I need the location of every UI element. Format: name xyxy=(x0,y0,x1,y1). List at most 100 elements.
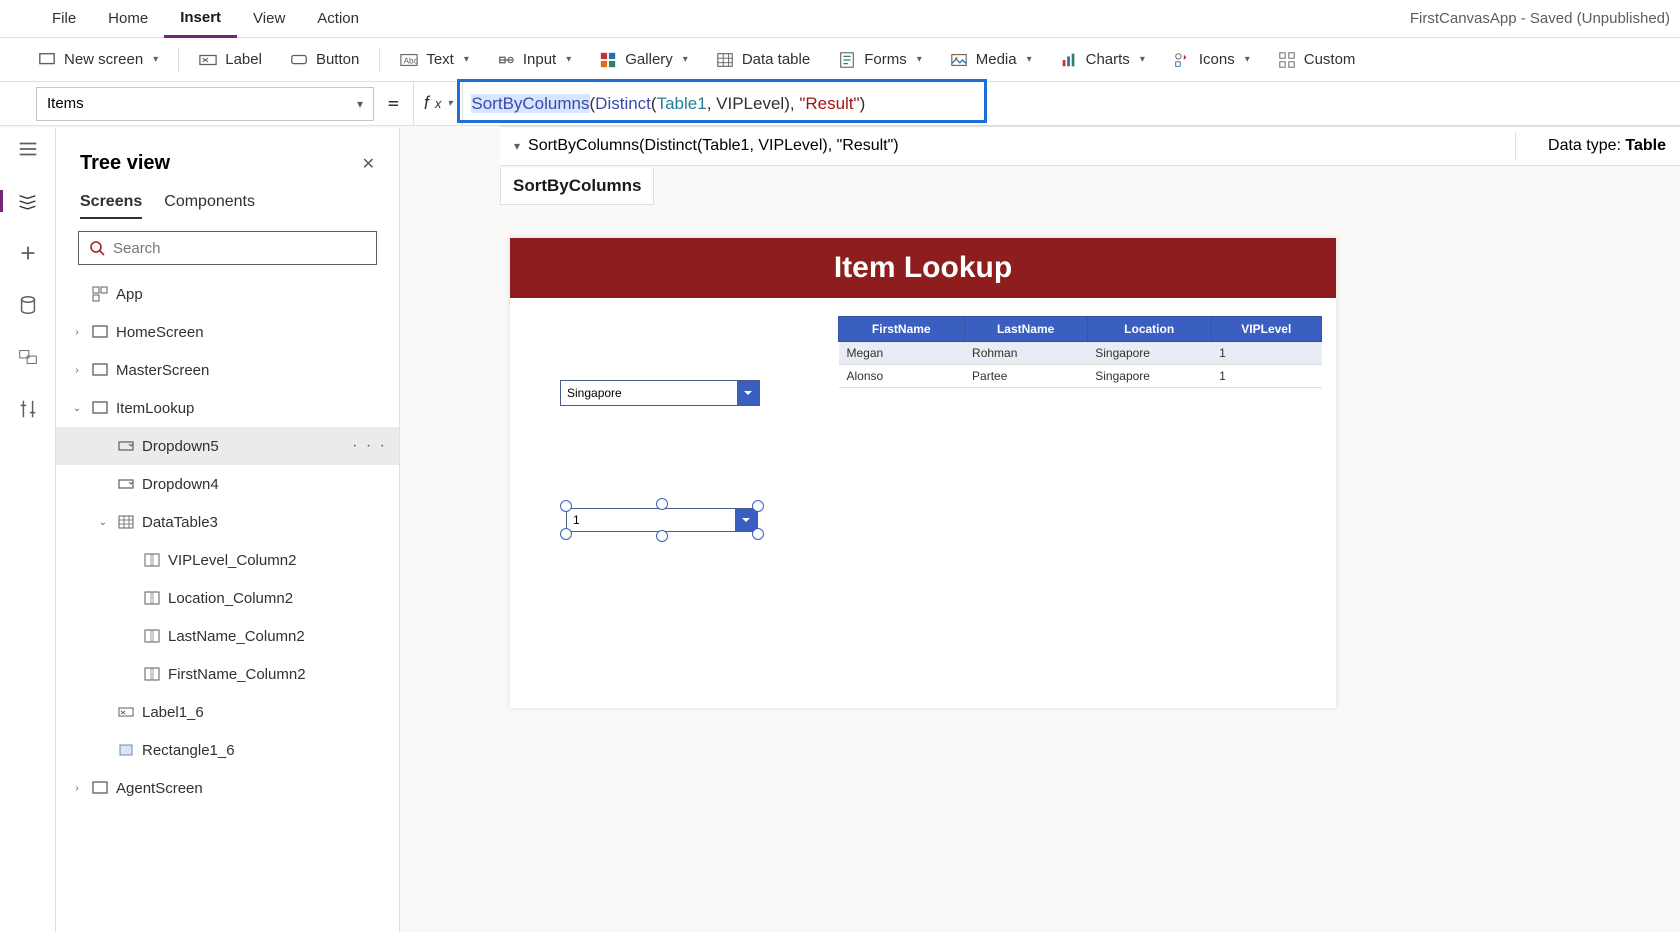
expand-icon[interactable]: › xyxy=(70,327,84,338)
tree-node-label: HomeScreen xyxy=(116,324,204,341)
hamburger-icon[interactable] xyxy=(17,138,39,160)
tree-node[interactable]: Dropdown4 xyxy=(56,465,399,503)
ribbon-button-label: Button xyxy=(316,51,359,68)
tree-node[interactable]: LastName_Column2 xyxy=(56,617,399,655)
menu-home[interactable]: Home xyxy=(92,0,164,38)
menu-insert[interactable]: Insert xyxy=(164,0,237,38)
tree-node[interactable]: ›MasterScreen xyxy=(56,351,399,389)
insert-icon[interactable] xyxy=(17,242,39,264)
tab-components[interactable]: Components xyxy=(164,187,255,219)
table-cell: Alonso xyxy=(839,365,965,388)
menubar: File Home Insert View Action FirstCanvas… xyxy=(0,0,1680,38)
table-header[interactable]: Location xyxy=(1087,317,1211,342)
ribbon-charts[interactable]: Charts ▾ xyxy=(1048,38,1157,82)
ribbon-label[interactable]: Label xyxy=(187,38,274,82)
table-header[interactable]: VIPLevel xyxy=(1211,317,1321,342)
chevron-down-icon[interactable]: ▾ xyxy=(514,139,520,153)
data-table: FirstNameLastNameLocationVIPLevel MeganR… xyxy=(838,316,1322,388)
expand-icon[interactable]: ⌄ xyxy=(96,517,110,528)
tree-node[interactable]: ⌄ItemLookup xyxy=(56,389,399,427)
selection-handle[interactable] xyxy=(560,500,572,512)
table-cell: Singapore xyxy=(1087,342,1211,365)
input-icon xyxy=(497,51,515,69)
ribbon-input[interactable]: Input ▾ xyxy=(485,38,583,82)
ribbon-text[interactable]: Abc Text ▾ xyxy=(388,38,481,82)
menu-file[interactable]: File xyxy=(36,0,92,38)
chevron-down-icon: ▾ xyxy=(683,54,688,65)
chevron-down-icon: ▾ xyxy=(464,54,469,65)
tree-node-label: Dropdown4 xyxy=(142,476,219,493)
tree-node[interactable]: FirstName_Column2 xyxy=(56,655,399,693)
ribbon-text-label: Text xyxy=(426,51,454,68)
tree-node[interactable]: Label1_6 xyxy=(56,693,399,731)
table-row[interactable]: AlonsoParteeSingapore1 xyxy=(839,365,1322,388)
property-select[interactable]: Items ▾ xyxy=(36,87,374,121)
app-title: FirstCanvasApp - Saved (Unpublished) xyxy=(1410,10,1670,27)
tree-node[interactable]: Location_Column2 xyxy=(56,579,399,617)
col-icon xyxy=(144,628,160,644)
expand-icon[interactable]: › xyxy=(70,365,84,376)
tree-view-icon[interactable] xyxy=(0,190,38,212)
selection-handle[interactable] xyxy=(752,528,764,540)
data-icon[interactable] xyxy=(17,294,39,316)
chevron-down-icon: ▾ xyxy=(1140,54,1145,65)
fx-button[interactable]: fx ▾ xyxy=(413,82,463,125)
ribbon-newscreen[interactable]: New screen ▾ xyxy=(26,38,170,82)
table-cell: Singapore xyxy=(1087,365,1211,388)
newscreen-icon xyxy=(38,51,56,69)
selection-handle[interactable] xyxy=(656,498,668,510)
table-header[interactable]: FirstName xyxy=(839,317,965,342)
table-cell: Partee xyxy=(964,365,1087,388)
tab-screens[interactable]: Screens xyxy=(80,187,142,219)
col-icon xyxy=(144,666,160,682)
selection-handle[interactable] xyxy=(752,500,764,512)
tree-node[interactable]: Rectangle1_6 xyxy=(56,731,399,769)
ribbon-icons[interactable]: Icons ▾ xyxy=(1161,38,1262,82)
formula-bar[interactable]: SortByColumns(Distinct(Table1, VIPLevel)… xyxy=(462,82,1680,125)
ddl-icon xyxy=(118,476,134,492)
ribbon-custom-label: Custom xyxy=(1304,51,1356,68)
table-cell: 1 xyxy=(1211,342,1321,365)
dropdown-viplevel[interactable]: 1 xyxy=(566,508,758,532)
table-header[interactable]: LastName xyxy=(964,317,1087,342)
tree-node[interactable]: › HomeScreen xyxy=(56,313,399,351)
ribbon-gallery[interactable]: Gallery ▾ xyxy=(587,38,700,82)
ribbon-forms[interactable]: Forms ▾ xyxy=(826,38,934,82)
media-icon xyxy=(950,51,968,69)
svg-text:Abc: Abc xyxy=(404,56,418,65)
tree-node[interactable]: App xyxy=(56,275,399,313)
ribbon-custom[interactable]: Custom xyxy=(1266,38,1368,82)
left-rail xyxy=(0,128,56,932)
tree-search[interactable] xyxy=(78,231,377,265)
menu-action[interactable]: Action xyxy=(301,0,375,38)
search-input[interactable] xyxy=(113,240,366,257)
tree-node-label: VIPLevel_Column2 xyxy=(168,552,296,569)
table-row[interactable]: MeganRohmanSingapore1 xyxy=(839,342,1322,365)
dropdown-viplevel-value: 1 xyxy=(567,513,735,527)
ribbon-button[interactable]: Button xyxy=(278,38,371,82)
selection-handle[interactable] xyxy=(656,530,668,542)
expand-icon[interactable]: ⌄ xyxy=(70,403,84,414)
tree-node[interactable]: VIPLevel_Column2 xyxy=(56,541,399,579)
button-icon xyxy=(290,51,308,69)
forms-icon xyxy=(838,51,856,69)
dropdown-location[interactable]: Singapore xyxy=(560,380,760,406)
more-icon[interactable]: · · · xyxy=(352,437,387,455)
expand-icon[interactable]: › xyxy=(70,783,84,794)
ribbon-media[interactable]: Media ▾ xyxy=(938,38,1044,82)
media-icon[interactable] xyxy=(17,346,39,368)
tree-node[interactable]: Dropdown5· · · xyxy=(56,427,399,465)
tree-node-label: AgentScreen xyxy=(116,780,203,797)
menu-view[interactable]: View xyxy=(237,0,301,38)
divider xyxy=(1515,132,1516,160)
selection-handle[interactable] xyxy=(560,528,572,540)
ribbon-forms-label: Forms xyxy=(864,51,907,68)
ddl-icon xyxy=(118,438,134,454)
tree-node[interactable]: › AgentScreen xyxy=(56,769,399,807)
ribbon-datatable[interactable]: Data table xyxy=(704,38,822,82)
advanced-tools-icon[interactable] xyxy=(17,398,39,420)
close-icon[interactable]: ✕ xyxy=(362,154,375,174)
formula-infobar: ▾ SortByColumns(Distinct(Table1, VIPLeve… xyxy=(500,126,1680,166)
search-icon xyxy=(89,240,105,256)
tree-node[interactable]: ⌄DataTable3 xyxy=(56,503,399,541)
